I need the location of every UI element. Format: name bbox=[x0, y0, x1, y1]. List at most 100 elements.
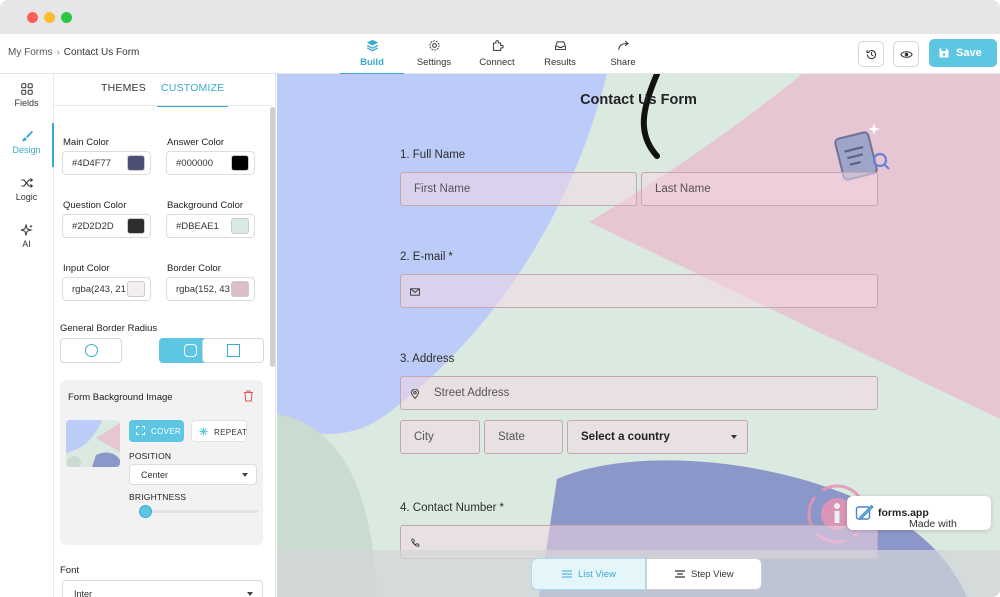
made-with-prefix: Made with bbox=[909, 518, 957, 530]
preview-button[interactable] bbox=[893, 41, 919, 67]
main-color-field[interactable]: #4D4F77 bbox=[62, 151, 151, 175]
border-radius-label: General Border Radius bbox=[60, 323, 158, 334]
history-button[interactable] bbox=[858, 41, 884, 67]
repeat-option-button[interactable]: REPEAT bbox=[191, 420, 247, 442]
state-placeholder: State bbox=[498, 431, 525, 443]
question-address-label: 3. Address bbox=[400, 353, 455, 365]
question-email-label: 2. E-mail * bbox=[400, 251, 453, 263]
layers-icon bbox=[342, 39, 402, 55]
last-name-input[interactable]: Last Name bbox=[641, 172, 878, 206]
floppy-disk-icon bbox=[939, 48, 949, 58]
first-name-input[interactable]: First Name bbox=[400, 172, 637, 206]
background-color-field[interactable]: #DBEAE1 bbox=[166, 214, 255, 238]
tab-settings-label: Settings bbox=[416, 57, 452, 68]
sparkle-icon bbox=[20, 224, 33, 236]
square-shape-icon bbox=[227, 344, 240, 357]
rail-item-ai[interactable]: AI bbox=[0, 219, 53, 259]
breadcrumb-separator: › bbox=[56, 47, 60, 58]
puzzle-icon bbox=[467, 39, 527, 55]
answer-color-label: Answer Color bbox=[167, 137, 225, 148]
cover-option-button[interactable]: COVER bbox=[129, 420, 184, 442]
trash-icon[interactable] bbox=[243, 390, 254, 402]
step-view-button[interactable]: Step View bbox=[646, 558, 762, 590]
rail-item-design[interactable]: Design bbox=[0, 123, 54, 167]
form-preview-canvas: Contact Us Form 1. Full Name First Name … bbox=[277, 74, 1000, 597]
envelope-icon bbox=[410, 288, 420, 296]
save-button-label: Save bbox=[956, 47, 982, 59]
first-name-placeholder: First Name bbox=[414, 183, 471, 195]
city-placeholder: City bbox=[414, 431, 434, 443]
tab-connect[interactable]: Connect bbox=[467, 38, 527, 72]
tab-customize[interactable]: CUSTOMIZE bbox=[156, 82, 229, 107]
border-color-swatch[interactable] bbox=[231, 281, 249, 297]
tab-build[interactable]: Build bbox=[340, 38, 404, 75]
question-color-swatch[interactable] bbox=[127, 218, 145, 234]
brightness-slider-handle[interactable] bbox=[139, 505, 153, 518]
radius-round-button[interactable] bbox=[60, 338, 122, 363]
answer-color-swatch[interactable] bbox=[231, 155, 249, 171]
design-panel: THEMES CUSTOMIZE Main Color #4D4F77 Answ… bbox=[54, 74, 276, 597]
background-color-swatch[interactable] bbox=[231, 218, 249, 234]
background-image-thumbnail[interactable] bbox=[66, 420, 120, 467]
breadcrumb-current: Contact Us Form bbox=[63, 47, 140, 58]
radius-square-button[interactable] bbox=[202, 338, 264, 363]
email-input[interactable] bbox=[400, 274, 878, 308]
question-color-value: #2D2D2D bbox=[72, 221, 114, 232]
required-asterisk: * bbox=[448, 251, 453, 263]
answer-color-field[interactable]: #000000 bbox=[166, 151, 255, 175]
window-titlebar bbox=[0, 0, 1000, 34]
tab-themes[interactable]: THEMES bbox=[101, 82, 146, 94]
street-address-input[interactable]: Street Address bbox=[400, 376, 878, 410]
input-color-field[interactable]: rgba(243, 21 bbox=[62, 277, 151, 301]
background-color-label: Background Color bbox=[167, 200, 244, 211]
history-icon bbox=[866, 49, 877, 60]
panel-scrollbar[interactable] bbox=[270, 107, 275, 367]
rail-item-fields[interactable]: Fields bbox=[0, 78, 53, 118]
tab-settings[interactable]: Settings bbox=[404, 38, 464, 72]
main-color-swatch[interactable] bbox=[127, 155, 145, 171]
rail-fields-label: Fields bbox=[14, 98, 39, 108]
city-input[interactable]: City bbox=[400, 420, 480, 454]
background-thumbnail-image bbox=[66, 420, 120, 467]
minimize-window-button[interactable] bbox=[44, 12, 55, 23]
rail-design-label: Design bbox=[12, 145, 41, 155]
chevron-down-icon bbox=[731, 435, 737, 439]
tab-connect-label: Connect bbox=[479, 57, 515, 68]
rail-logic-label: Logic bbox=[15, 192, 38, 202]
background-color-value: #DBEAE1 bbox=[176, 221, 219, 232]
tabs-divider bbox=[54, 105, 272, 106]
breadcrumb-my-forms[interactable]: My Forms bbox=[8, 47, 52, 58]
state-input[interactable]: State bbox=[484, 420, 563, 454]
expand-icon bbox=[136, 426, 145, 435]
tab-share[interactable]: Share bbox=[593, 38, 653, 72]
inbox-icon bbox=[530, 39, 590, 55]
rounded-square-icon bbox=[184, 344, 197, 357]
input-color-swatch[interactable] bbox=[127, 281, 145, 297]
top-toolbar: My Forms › Contact Us Form Build Settings … bbox=[0, 34, 1000, 75]
chevron-down-icon bbox=[242, 473, 248, 477]
list-view-label: List View bbox=[578, 569, 616, 580]
background-image-title: Form Background Image bbox=[68, 392, 173, 403]
made-with-text: Made with forms.app bbox=[878, 507, 957, 530]
border-color-label: Border Color bbox=[167, 263, 221, 274]
border-color-field[interactable]: rgba(152, 43 bbox=[166, 277, 255, 301]
question-color-field[interactable]: #2D2D2D bbox=[62, 214, 151, 238]
question-email-text: 2. E-mail bbox=[400, 251, 446, 263]
font-select[interactable]: Inter bbox=[62, 580, 263, 597]
view-toggle-bar: List View Step View bbox=[277, 550, 1000, 597]
made-with-badge[interactable]: Made with forms.app bbox=[847, 496, 991, 530]
font-select-value: Inter bbox=[74, 589, 93, 597]
country-select[interactable]: Select a country bbox=[567, 420, 748, 454]
tab-results[interactable]: Results bbox=[530, 38, 590, 72]
app-window: My Forms › Contact Us Form Build Settings … bbox=[0, 0, 1000, 597]
close-window-button[interactable] bbox=[27, 12, 38, 23]
position-select[interactable]: Center bbox=[129, 464, 257, 485]
forms-app-logo-icon bbox=[855, 504, 874, 520]
list-view-button[interactable]: List View bbox=[531, 558, 646, 590]
chevron-down-icon bbox=[247, 592, 253, 596]
list-icon bbox=[562, 570, 572, 578]
rail-item-logic[interactable]: Logic bbox=[0, 172, 53, 212]
maximize-window-button[interactable] bbox=[61, 12, 72, 23]
save-button[interactable]: Save bbox=[929, 39, 997, 67]
brightness-slider-track[interactable] bbox=[140, 510, 258, 513]
